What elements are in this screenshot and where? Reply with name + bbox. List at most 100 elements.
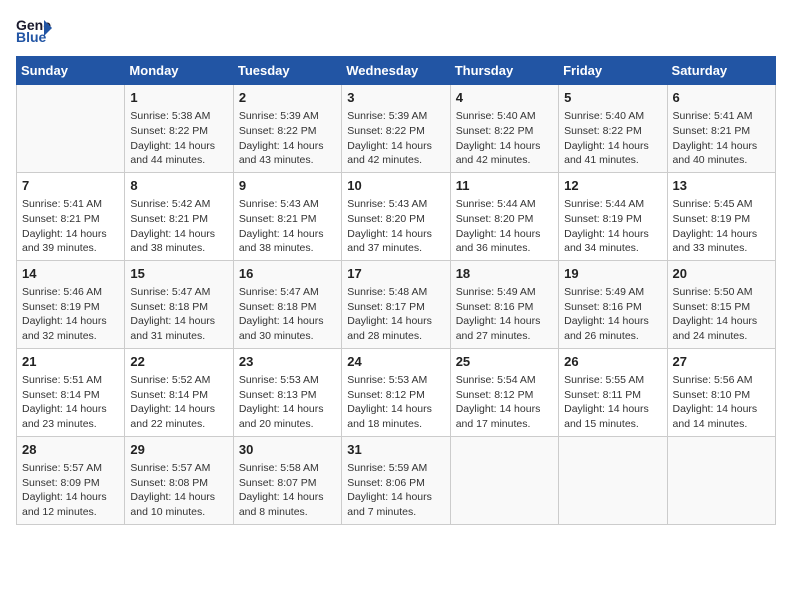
- calendar-day-cell: 5 Sunrise: 5:40 AM Sunset: 8:22 PM Daylig…: [559, 85, 667, 173]
- day-number: 4: [456, 89, 553, 107]
- calendar-day-cell: 1 Sunrise: 5:38 AM Sunset: 8:22 PM Daylig…: [125, 85, 233, 173]
- calendar-day-cell: 4 Sunrise: 5:40 AM Sunset: 8:22 PM Daylig…: [450, 85, 558, 173]
- day-number: 30: [239, 441, 336, 459]
- calendar-day-cell: 6 Sunrise: 5:41 AM Sunset: 8:21 PM Daylig…: [667, 85, 775, 173]
- logo-icon: General Blue: [16, 16, 52, 44]
- weekday-header: Tuesday: [233, 57, 341, 85]
- calendar-day-cell: 11Sunrise: 5:44 AM Sunset: 8:20 PM Dayli…: [450, 172, 558, 260]
- day-info: Sunrise: 5:40 AM Sunset: 8:22 PM Dayligh…: [564, 109, 661, 168]
- day-number: 29: [130, 441, 227, 459]
- day-number: 5: [564, 89, 661, 107]
- calendar-day-cell: 20Sunrise: 5:50 AM Sunset: 8:15 PM Dayli…: [667, 260, 775, 348]
- day-info: Sunrise: 5:57 AM Sunset: 8:09 PM Dayligh…: [22, 461, 119, 520]
- weekday-header: Wednesday: [342, 57, 450, 85]
- calendar-day-cell: 9 Sunrise: 5:43 AM Sunset: 8:21 PM Daylig…: [233, 172, 341, 260]
- day-info: Sunrise: 5:55 AM Sunset: 8:11 PM Dayligh…: [564, 373, 661, 432]
- calendar-day-cell: 23 Sunrise: 5:53 AM Sunset: 8:13 PM Dayli…: [233, 348, 341, 436]
- day-info: Sunrise: 5:49 AM Sunset: 8:16 PM Dayligh…: [564, 285, 661, 344]
- day-info: Sunrise: 5:46 AM Sunset: 8:19 PM Dayligh…: [22, 285, 119, 344]
- day-info: Sunrise: 5:53 AM Sunset: 8:13 PM Dayligh…: [239, 373, 336, 432]
- day-number: 15: [130, 265, 227, 283]
- page-header: General Blue: [16, 16, 776, 44]
- day-number: 22: [130, 353, 227, 371]
- day-info: Sunrise: 5:47 AM Sunset: 8:18 PM Dayligh…: [239, 285, 336, 344]
- day-info: Sunrise: 5:41 AM Sunset: 8:21 PM Dayligh…: [673, 109, 770, 168]
- calendar-day-cell: 14 Sunrise: 5:46 AM Sunset: 8:19 PM Dayli…: [17, 260, 125, 348]
- day-number: 26: [564, 353, 661, 371]
- day-info: Sunrise: 5:59 AM Sunset: 8:06 PM Dayligh…: [347, 461, 444, 520]
- calendar-day-cell: 28Sunrise: 5:57 AM Sunset: 8:09 PM Dayli…: [17, 436, 125, 524]
- calendar-day-cell: [17, 85, 125, 173]
- day-info: Sunrise: 5:44 AM Sunset: 8:19 PM Dayligh…: [564, 197, 661, 256]
- calendar-week-row: 7 Sunrise: 5:41 AM Sunset: 8:21 PM Daylig…: [17, 172, 776, 260]
- calendar-week-row: 28Sunrise: 5:57 AM Sunset: 8:09 PM Dayli…: [17, 436, 776, 524]
- calendar-day-cell: 17 Sunrise: 5:48 AM Sunset: 8:17 PM Dayli…: [342, 260, 450, 348]
- day-number: 19: [564, 265, 661, 283]
- day-number: 13: [673, 177, 770, 195]
- day-info: Sunrise: 5:47 AM Sunset: 8:18 PM Dayligh…: [130, 285, 227, 344]
- day-number: 24: [347, 353, 444, 371]
- day-info: Sunrise: 5:51 AM Sunset: 8:14 PM Dayligh…: [22, 373, 119, 432]
- day-number: 11: [456, 177, 553, 195]
- calendar-day-cell: 21Sunrise: 5:51 AM Sunset: 8:14 PM Dayli…: [17, 348, 125, 436]
- calendar-day-cell: [667, 436, 775, 524]
- day-info: Sunrise: 5:50 AM Sunset: 8:15 PM Dayligh…: [673, 285, 770, 344]
- day-number: 25: [456, 353, 553, 371]
- calendar-day-cell: 27 Sunrise: 5:56 AM Sunset: 8:10 PM Dayli…: [667, 348, 775, 436]
- calendar-day-cell: 8Sunrise: 5:42 AM Sunset: 8:21 PM Daylig…: [125, 172, 233, 260]
- weekday-header: Friday: [559, 57, 667, 85]
- day-info: Sunrise: 5:48 AM Sunset: 8:17 PM Dayligh…: [347, 285, 444, 344]
- weekday-header: Sunday: [17, 57, 125, 85]
- day-number: 3: [347, 89, 444, 107]
- day-info: Sunrise: 5:41 AM Sunset: 8:21 PM Dayligh…: [22, 197, 119, 256]
- day-info: Sunrise: 5:40 AM Sunset: 8:22 PM Dayligh…: [456, 109, 553, 168]
- day-number: 6: [673, 89, 770, 107]
- calendar-day-cell: 22 Sunrise: 5:52 AM Sunset: 8:14 PM Dayli…: [125, 348, 233, 436]
- weekday-header: Thursday: [450, 57, 558, 85]
- day-number: 31: [347, 441, 444, 459]
- day-number: 17: [347, 265, 444, 283]
- logo: General Blue: [16, 16, 52, 44]
- day-info: Sunrise: 5:45 AM Sunset: 8:19 PM Dayligh…: [673, 197, 770, 256]
- calendar-week-row: 14 Sunrise: 5:46 AM Sunset: 8:19 PM Dayli…: [17, 260, 776, 348]
- day-number: 7: [22, 177, 119, 195]
- day-number: 12: [564, 177, 661, 195]
- day-info: Sunrise: 5:54 AM Sunset: 8:12 PM Dayligh…: [456, 373, 553, 432]
- calendar-day-cell: 16Sunrise: 5:47 AM Sunset: 8:18 PM Dayli…: [233, 260, 341, 348]
- calendar-day-cell: 10 Sunrise: 5:43 AM Sunset: 8:20 PM Dayli…: [342, 172, 450, 260]
- day-info: Sunrise: 5:43 AM Sunset: 8:20 PM Dayligh…: [347, 197, 444, 256]
- day-number: 8: [130, 177, 227, 195]
- svg-text:Blue: Blue: [16, 29, 47, 44]
- calendar-day-cell: 18Sunrise: 5:49 AM Sunset: 8:16 PM Dayli…: [450, 260, 558, 348]
- day-info: Sunrise: 5:43 AM Sunset: 8:21 PM Dayligh…: [239, 197, 336, 256]
- day-info: Sunrise: 5:56 AM Sunset: 8:10 PM Dayligh…: [673, 373, 770, 432]
- day-number: 27: [673, 353, 770, 371]
- calendar-week-row: 21Sunrise: 5:51 AM Sunset: 8:14 PM Dayli…: [17, 348, 776, 436]
- day-info: Sunrise: 5:38 AM Sunset: 8:22 PM Dayligh…: [130, 109, 227, 168]
- day-number: 10: [347, 177, 444, 195]
- calendar-day-cell: 15 Sunrise: 5:47 AM Sunset: 8:18 PM Dayli…: [125, 260, 233, 348]
- day-info: Sunrise: 5:53 AM Sunset: 8:12 PM Dayligh…: [347, 373, 444, 432]
- day-number: 1: [130, 89, 227, 107]
- day-info: Sunrise: 5:57 AM Sunset: 8:08 PM Dayligh…: [130, 461, 227, 520]
- calendar-day-cell: 2Sunrise: 5:39 AM Sunset: 8:22 PM Daylig…: [233, 85, 341, 173]
- calendar-day-cell: 7 Sunrise: 5:41 AM Sunset: 8:21 PM Daylig…: [17, 172, 125, 260]
- calendar-day-cell: 29 Sunrise: 5:57 AM Sunset: 8:08 PM Dayli…: [125, 436, 233, 524]
- calendar-day-cell: 12 Sunrise: 5:44 AM Sunset: 8:19 PM Dayli…: [559, 172, 667, 260]
- day-number: 18: [456, 265, 553, 283]
- calendar-day-cell: 31 Sunrise: 5:59 AM Sunset: 8:06 PM Dayli…: [342, 436, 450, 524]
- weekday-header: Monday: [125, 57, 233, 85]
- calendar-day-cell: 26 Sunrise: 5:55 AM Sunset: 8:11 PM Dayli…: [559, 348, 667, 436]
- day-number: 14: [22, 265, 119, 283]
- calendar-day-cell: 25 Sunrise: 5:54 AM Sunset: 8:12 PM Dayli…: [450, 348, 558, 436]
- calendar-day-cell: 13 Sunrise: 5:45 AM Sunset: 8:19 PM Dayli…: [667, 172, 775, 260]
- calendar-week-row: 1 Sunrise: 5:38 AM Sunset: 8:22 PM Daylig…: [17, 85, 776, 173]
- calendar-day-cell: 24 Sunrise: 5:53 AM Sunset: 8:12 PM Dayli…: [342, 348, 450, 436]
- calendar-day-cell: 19 Sunrise: 5:49 AM Sunset: 8:16 PM Dayli…: [559, 260, 667, 348]
- calendar-day-cell: 30Sunrise: 5:58 AM Sunset: 8:07 PM Dayli…: [233, 436, 341, 524]
- day-number: 23: [239, 353, 336, 371]
- day-info: Sunrise: 5:52 AM Sunset: 8:14 PM Dayligh…: [130, 373, 227, 432]
- day-number: 9: [239, 177, 336, 195]
- weekday-header: Saturday: [667, 57, 775, 85]
- calendar-day-cell: [559, 436, 667, 524]
